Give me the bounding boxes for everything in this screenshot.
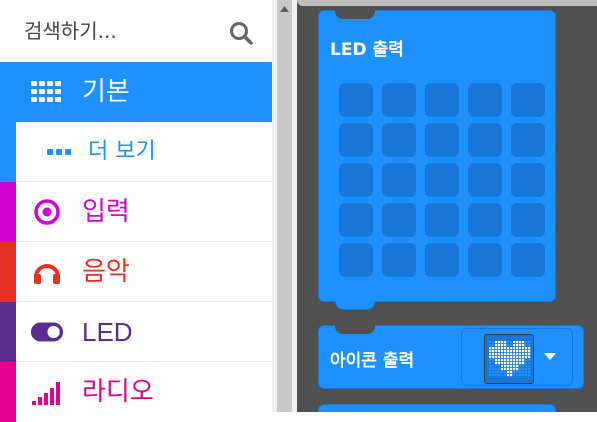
icon-dropdown[interactable] <box>461 328 573 386</box>
led-cell[interactable] <box>511 163 545 197</box>
category-color-stripe <box>0 182 16 242</box>
led-cell[interactable] <box>425 203 459 237</box>
grid-icon <box>30 78 64 106</box>
caret-down-icon[interactable] <box>542 349 558 363</box>
category-radio[interactable]: 라디오 <box>0 362 272 422</box>
category-color-stripe <box>0 302 16 362</box>
led-cell[interactable] <box>511 83 545 117</box>
block-edge <box>297 0 597 6</box>
category-color-stripe <box>0 362 16 422</box>
led-grid <box>339 83 545 277</box>
toolbox: 기본 더 보기 입력 음악 <box>0 0 272 422</box>
category-label: 기본 <box>82 77 130 107</box>
led-cell[interactable] <box>339 203 373 237</box>
block-title: 아이콘 출력 <box>330 351 415 371</box>
category-color-stripe <box>0 122 16 182</box>
search-icon[interactable] <box>228 20 254 46</box>
block-notch <box>335 10 375 19</box>
led-cell[interactable] <box>382 123 416 157</box>
category-more[interactable]: 더 보기 <box>0 122 272 182</box>
heart-icon <box>484 334 534 384</box>
led-cell[interactable] <box>425 123 459 157</box>
category-label: 음악 <box>82 257 130 287</box>
led-cell[interactable] <box>425 243 459 277</box>
led-cell[interactable] <box>511 203 545 237</box>
more-icon <box>42 138 76 166</box>
led-cell[interactable] <box>382 83 416 117</box>
scrollbar-thumb[interactable] <box>277 0 292 412</box>
category-basic[interactable]: 기본 <box>0 62 272 122</box>
category-label: 입력 <box>82 197 130 227</box>
category-label: 라디오 <box>82 377 154 407</box>
led-cell[interactable] <box>339 83 373 117</box>
led-cell[interactable] <box>339 123 373 157</box>
headphones-icon <box>30 258 64 286</box>
led-cell[interactable] <box>382 163 416 197</box>
show-icon-block[interactable]: 아이콘 출력 <box>318 325 584 389</box>
led-cell[interactable] <box>468 203 502 237</box>
led-cell[interactable] <box>511 243 545 277</box>
category-led[interactable]: LED <box>0 302 272 362</box>
toggle-icon <box>30 318 64 346</box>
led-cell[interactable] <box>339 163 373 197</box>
led-cell[interactable] <box>382 243 416 277</box>
led-cell[interactable] <box>425 163 459 197</box>
signal-bars-icon <box>30 378 64 406</box>
category-label: 더 보기 <box>88 139 156 164</box>
led-cell[interactable] <box>468 123 502 157</box>
led-cell[interactable] <box>339 243 373 277</box>
led-cell[interactable] <box>468 243 502 277</box>
scroll-up-icon[interactable] <box>272 0 297 20</box>
workspace[interactable]: LED 출력 아이콘 출력 <box>297 0 597 412</box>
target-icon <box>30 198 64 226</box>
category-label: LED <box>82 317 133 347</box>
block-notch <box>335 301 375 310</box>
led-cell[interactable] <box>511 123 545 157</box>
led-cell[interactable] <box>468 163 502 197</box>
block-notch <box>335 325 375 334</box>
led-cell[interactable] <box>382 203 416 237</box>
category-music[interactable]: 음악 <box>0 242 272 302</box>
led-output-block[interactable]: LED 출력 <box>318 10 556 310</box>
category-color-stripe <box>0 242 16 302</box>
block-title: LED 출력 <box>330 40 404 60</box>
led-cell[interactable] <box>468 83 502 117</box>
search-input[interactable] <box>24 14 224 48</box>
next-block[interactable] <box>318 404 556 412</box>
led-cell[interactable] <box>425 83 459 117</box>
category-input[interactable]: 입력 <box>0 182 272 242</box>
search-box <box>0 0 272 62</box>
